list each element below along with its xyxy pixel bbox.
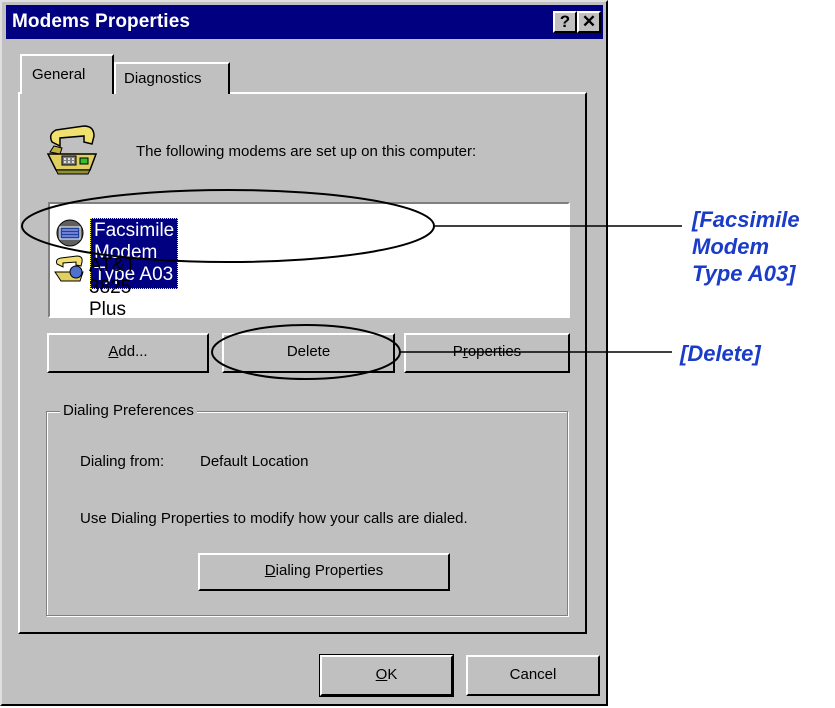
modem-callout-line3: Type A03] xyxy=(692,261,796,286)
modem-callout: [Facsimile Modem Type A03] xyxy=(692,206,800,287)
modem-callout-line1: [Facsimile xyxy=(692,207,800,232)
modem-highlight-ellipse xyxy=(21,189,435,263)
tab-general-label: General xyxy=(32,66,86,83)
tab-general[interactable]: General xyxy=(20,54,114,94)
modem-callout-line2: Modem xyxy=(692,234,769,259)
delete-callout: [Delete] xyxy=(680,341,761,366)
delete-highlight-ellipse xyxy=(211,324,401,380)
